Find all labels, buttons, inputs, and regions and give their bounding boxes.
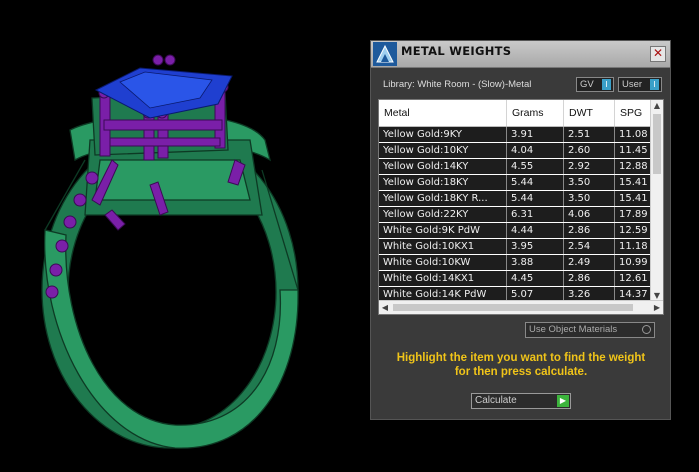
- table-row[interactable]: Yellow Gold:14KY 4.55 2.92 12.88: [379, 159, 653, 175]
- cell-dwt: 4.06: [564, 207, 615, 222]
- scroll-left-icon[interactable]: ◀: [379, 301, 391, 314]
- user-indicator: I: [650, 79, 659, 90]
- vertical-scrollbar[interactable]: ▲ ▼: [650, 100, 663, 302]
- cell-metal: White Gold:9K PdW: [379, 223, 507, 238]
- table-header: Metal Grams DWT SPG: [379, 100, 653, 127]
- cell-grams: 6.31: [507, 207, 564, 222]
- cell-grams: 3.88: [507, 255, 564, 270]
- 3d-viewport[interactable]: [0, 0, 370, 472]
- table-row[interactable]: White Gold:10KW 3.88 2.49 10.99: [379, 255, 653, 271]
- radio-icon[interactable]: [642, 325, 651, 334]
- cell-grams: 4.55: [507, 159, 564, 174]
- scroll-right-icon[interactable]: ▶: [651, 301, 663, 314]
- table-row[interactable]: Yellow Gold:9KY 3.91 2.51 11.08: [379, 127, 653, 143]
- cell-dwt: 2.54: [564, 239, 615, 254]
- cell-grams: 5.44: [507, 175, 564, 190]
- instructions-text: Highlight the item you want to find the …: [381, 351, 661, 379]
- cell-grams: 4.04: [507, 143, 564, 158]
- dialog-title: METAL WEIGHTS: [401, 44, 512, 58]
- table-row[interactable]: Yellow Gold:18KY R... 5.44 3.50 15.41: [379, 191, 653, 207]
- horizontal-scrollbar[interactable]: ◀ ▶: [379, 300, 663, 314]
- cell-dwt: 3.50: [564, 191, 615, 206]
- cell-dwt: 2.92: [564, 159, 615, 174]
- table-row[interactable]: White Gold:9K PdW 4.44 2.86 12.59: [379, 223, 653, 239]
- table-row[interactable]: White Gold:10KX1 3.95 2.54 11.18: [379, 239, 653, 255]
- gv-label: GV: [580, 79, 594, 90]
- column-header-grams[interactable]: Grams: [507, 100, 564, 126]
- rhino-logo-icon: [373, 42, 397, 66]
- cell-dwt: 2.60: [564, 143, 615, 158]
- close-icon[interactable]: ✕: [650, 46, 666, 62]
- cell-dwt: 2.86: [564, 223, 615, 238]
- cell-metal: Yellow Gold:18KY R...: [379, 191, 507, 206]
- instructions-line-1: Highlight the item you want to find the …: [396, 352, 646, 364]
- play-arrow-icon: ▶: [557, 395, 569, 407]
- cell-metal: White Gold:14KX1: [379, 271, 507, 286]
- use-object-materials-label: Use Object Materials: [529, 324, 618, 335]
- cell-metal: Yellow Gold:18KY: [379, 175, 507, 190]
- column-header-metal[interactable]: Metal: [379, 100, 507, 126]
- cell-metal: Yellow Gold:10KY: [379, 143, 507, 158]
- table-row[interactable]: White Gold:14KX1 4.45 2.86 12.61: [379, 271, 653, 287]
- table-row[interactable]: Yellow Gold:22KY 6.31 4.06 17.89: [379, 207, 653, 223]
- cell-metal: Yellow Gold:9KY: [379, 127, 507, 142]
- cell-metal: White Gold:10KW: [379, 255, 507, 270]
- cell-metal: White Gold:10KX1: [379, 239, 507, 254]
- cell-metal: Yellow Gold:22KY: [379, 207, 507, 222]
- cell-grams: 5.44: [507, 191, 564, 206]
- calculate-label: Calculate: [475, 395, 517, 406]
- instructions-line-2: for then press calculate.: [454, 366, 588, 378]
- user-label: User: [622, 79, 643, 90]
- vertical-scroll-thumb[interactable]: [653, 114, 661, 174]
- gv-toggle[interactable]: GV I: [576, 77, 614, 92]
- cell-dwt: 3.50: [564, 175, 615, 190]
- cell-dwt: 2.49: [564, 255, 615, 270]
- cell-dwt: 2.51: [564, 127, 615, 142]
- cell-grams: 3.95: [507, 239, 564, 254]
- cell-grams: 3.91: [507, 127, 564, 142]
- column-header-dwt[interactable]: DWT: [564, 100, 615, 126]
- table-row[interactable]: Yellow Gold:10KY 4.04 2.60 11.45: [379, 143, 653, 159]
- cell-metal: Yellow Gold:14KY: [379, 159, 507, 174]
- cell-grams: 4.45: [507, 271, 564, 286]
- cell-dwt: 2.86: [564, 271, 615, 286]
- calculate-button[interactable]: Calculate ▶: [471, 393, 571, 409]
- horizontal-scroll-thumb[interactable]: [393, 304, 633, 311]
- gv-indicator: I: [602, 79, 611, 90]
- library-label: Library: White Room - (Slow)-Metal: [383, 79, 532, 90]
- dialog-titlebar[interactable]: METAL WEIGHTS ✕: [371, 41, 670, 68]
- use-object-materials-option[interactable]: Use Object Materials: [525, 322, 655, 338]
- metal-weights-dialog: METAL WEIGHTS ✕ Library: White Room - (S…: [370, 40, 671, 420]
- cell-grams: 4.44: [507, 223, 564, 238]
- user-toggle[interactable]: User I: [618, 77, 662, 92]
- metal-table[interactable]: Metal Grams DWT SPG Yellow Gold:9KY 3.91 2…: [378, 99, 664, 315]
- table-row[interactable]: Yellow Gold:18KY 5.44 3.50 15.41: [379, 175, 653, 191]
- scroll-up-icon[interactable]: ▲: [651, 100, 663, 112]
